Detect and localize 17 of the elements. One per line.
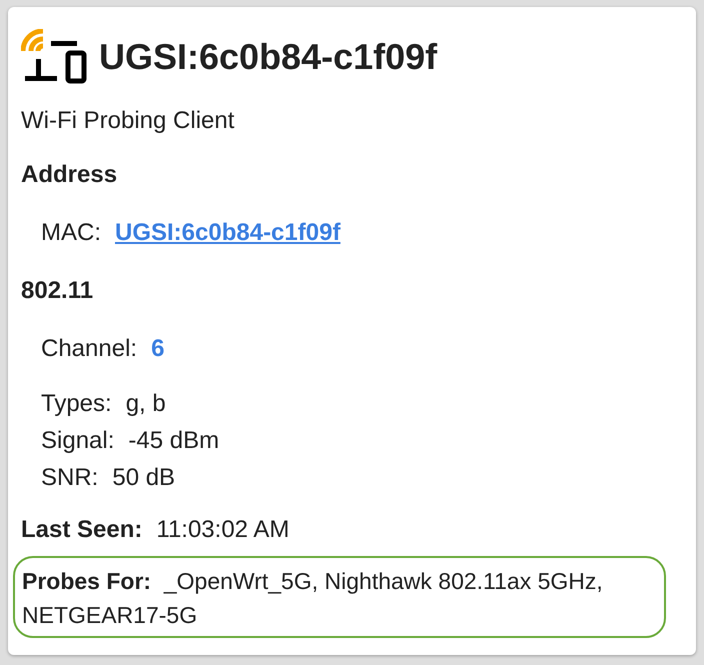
field-value: -45 dBm: [128, 426, 220, 454]
section-heading: Address: [21, 161, 118, 190]
field-value: 50 dB: [112, 464, 176, 492]
section-heading: 802.11: [21, 277, 94, 306]
last-seen-value: 11:03:02 AM: [156, 516, 290, 544]
field-label: Types:: [41, 390, 112, 418]
field-value: g, b: [126, 390, 166, 418]
field-label: Signal:: [41, 426, 114, 454]
field-label: Channel:: [41, 334, 138, 362]
last-seen-label: Last Seen:: [21, 516, 142, 544]
field-label: MAC:: [41, 218, 101, 246]
field-label: SNR:: [41, 464, 98, 492]
device-title: UGSI:6c0b84-c1f09f: [99, 36, 438, 78]
channel-value: 6: [151, 334, 164, 362]
device-type: Wi-Fi Probing Client: [21, 107, 236, 136]
probes-text: Probes For: _OpenWrt_5G, Nighthawk 802.11ax 5GHz, NETGEAR17-5G: [22, 567, 604, 630]
mac-link[interactable]: UGSI:6c0b84-c1f09f: [115, 218, 340, 246]
